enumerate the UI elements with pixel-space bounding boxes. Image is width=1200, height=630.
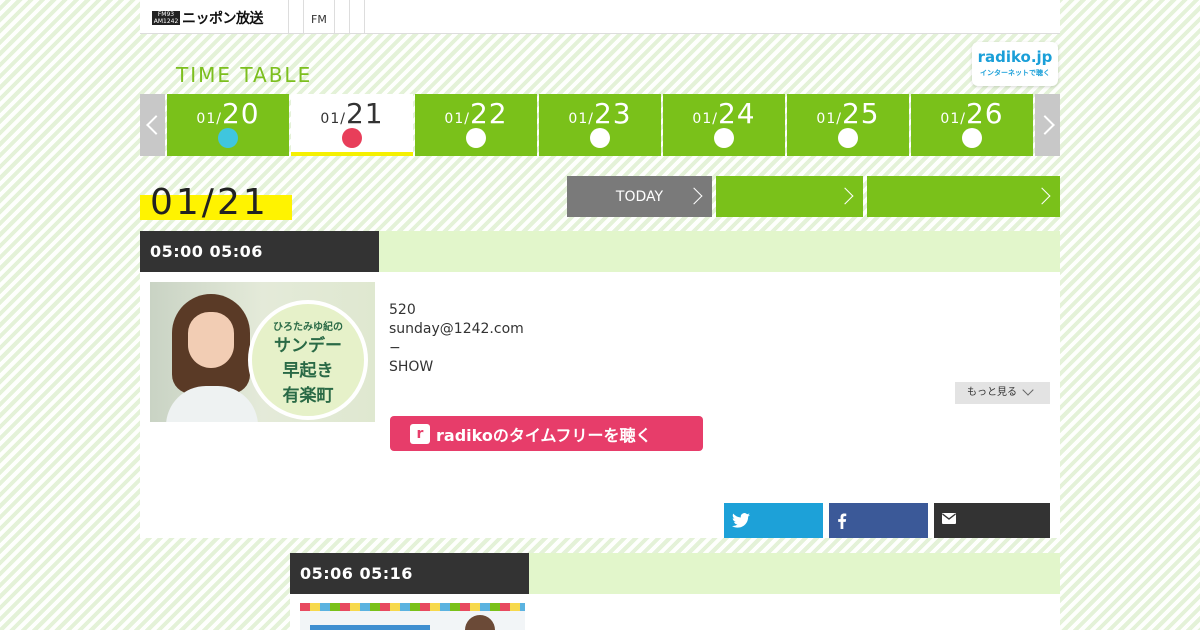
day-tab-date: 01/23 (539, 97, 661, 130)
mail-icon (942, 513, 956, 524)
twitter-icon (732, 513, 750, 528)
program-thumbnail[interactable]: ひろたみゆ紀の サンデー 早起き 有楽町 (150, 282, 375, 422)
day-status-dot (218, 128, 238, 148)
program-email[interactable]: sunday@1242.com (389, 320, 524, 339)
day-tab-26[interactable]: 01/26 (911, 94, 1033, 156)
program-thumbnail[interactable] (300, 603, 525, 630)
more-button[interactable]: もっと見る (955, 382, 1050, 404)
chevron-right-icon (685, 187, 703, 205)
nav-item-3[interactable] (350, 0, 364, 34)
program-info-line: − (389, 340, 401, 356)
nav-button-1[interactable] (716, 176, 863, 217)
program-title-bar[interactable] (529, 553, 1060, 594)
nav-item-2[interactable] (335, 0, 349, 34)
radiko-badge[interactable]: radiko.jp インターネットで聴く (972, 42, 1058, 86)
day-tab-date: 01/21 (291, 97, 413, 130)
day-tab-date: 01/24 (663, 97, 785, 130)
day-tab-month: 01/ (816, 111, 842, 127)
site-logo[interactable]: FM93 AM1242 ニッポン放送 (152, 9, 264, 27)
radiko-button-label: radikoのタイムフリーを聴く (436, 425, 652, 445)
radiko-timefree-button[interactable]: r radikoのタイムフリーを聴く (390, 416, 703, 451)
day-tab-25[interactable]: 01/25 (787, 94, 909, 156)
day-tab-23[interactable]: 01/23 (539, 94, 661, 156)
day-tab-month: 01/ (444, 111, 470, 127)
program-logo: ひろたみゆ紀の サンデー 早起き 有楽町 (248, 300, 368, 420)
prev-week-button[interactable] (140, 94, 166, 156)
nav-item-fm[interactable]: FM (304, 0, 334, 34)
share-twitter-button[interactable] (724, 503, 823, 538)
day-tab-24[interactable]: 01/24 (663, 94, 785, 156)
day-tab-date: 01/26 (911, 97, 1033, 130)
date-strip: 01/20 01/21 01/22 01/23 01/24 01/25 01/26 (140, 94, 1060, 156)
radiko-badge-title: radiko.jp (977, 48, 1053, 66)
program-title-bar[interactable] (379, 231, 1060, 272)
nav-divider (363, 0, 365, 34)
timetable-title: TIME TABLE (176, 63, 313, 87)
share-facebook-button[interactable] (829, 503, 928, 538)
day-tab-month: 01/ (196, 111, 222, 127)
top-bar: FM93 AM1242 ニッポン放送 FM (140, 0, 1060, 34)
program-header: 05:00 05:06 (140, 231, 1060, 272)
day-tab-month: 01/ (940, 111, 966, 127)
program-info-line: 520 (389, 302, 416, 318)
day-status-dot (838, 128, 858, 148)
day-tab-month: 01/ (320, 111, 346, 127)
day-tab-date: 01/20 (167, 97, 289, 130)
day-tab-day: 22 (469, 97, 508, 130)
program-info: 520 sunday@1242.com − SHOW (389, 301, 524, 377)
today-label: TODAY (615, 188, 664, 205)
day-status-dot (590, 128, 610, 148)
day-tabs: 01/20 01/21 01/22 01/23 01/24 01/25 01/26 (165, 94, 1033, 156)
radiko-icon: r (410, 423, 430, 444)
day-tab-month: 01/ (568, 111, 594, 127)
day-status-dot (342, 128, 362, 148)
share-mail-button[interactable] (934, 503, 1050, 538)
program-info-line: SHOW (389, 359, 434, 375)
program-card (290, 594, 1060, 630)
day-tab-date: 01/25 (787, 97, 909, 130)
program-time: 05:00 05:06 (140, 231, 379, 272)
day-tab-day: 26 (965, 97, 1004, 130)
top-nav: FM (288, 0, 365, 34)
next-week-button[interactable] (1034, 94, 1060, 156)
facebook-icon (838, 513, 847, 529)
day-tab-day: 25 (841, 97, 880, 130)
chevron-right-icon (1034, 115, 1055, 135)
chevron-left-icon (145, 115, 166, 135)
day-tab-20[interactable]: 01/20 (167, 94, 289, 156)
program-card: ひろたみゆ紀の サンデー 早起き 有楽町 520 sunday@1242.com… (140, 272, 1060, 538)
day-tab-day: 23 (593, 97, 632, 130)
day-tab-day: 24 (717, 97, 756, 130)
day-status-dot (962, 128, 982, 148)
day-status-dot (466, 128, 486, 148)
logo-mark: FM93 AM1242 (152, 11, 180, 25)
day-tab-21[interactable]: 01/21 (291, 94, 413, 156)
more-label: もっと見る (967, 387, 1017, 398)
current-date: 01/21 (140, 182, 292, 223)
program-time: 05:06 05:16 (290, 553, 529, 594)
radiko-badge-sub: インターネットで聴く (980, 69, 1050, 77)
day-tab-day: 21 (345, 97, 384, 130)
day-tab-22[interactable]: 01/22 (415, 94, 537, 156)
chevron-right-icon (836, 187, 854, 205)
today-button[interactable]: TODAY (567, 176, 712, 217)
logo-text: ニッポン放送 (182, 11, 264, 27)
day-status-dot (714, 128, 734, 148)
chevron-right-icon (1033, 187, 1051, 205)
nav-button-2[interactable] (867, 176, 1060, 217)
day-tab-date: 01/22 (415, 97, 537, 130)
host-photo (166, 294, 258, 422)
program-header: 05:06 05:16 (290, 553, 1060, 594)
chevron-down-icon (1022, 384, 1034, 396)
current-date-text: 01/21 (150, 182, 269, 223)
day-tab-day: 20 (221, 97, 260, 130)
day-tab-month: 01/ (692, 111, 718, 127)
